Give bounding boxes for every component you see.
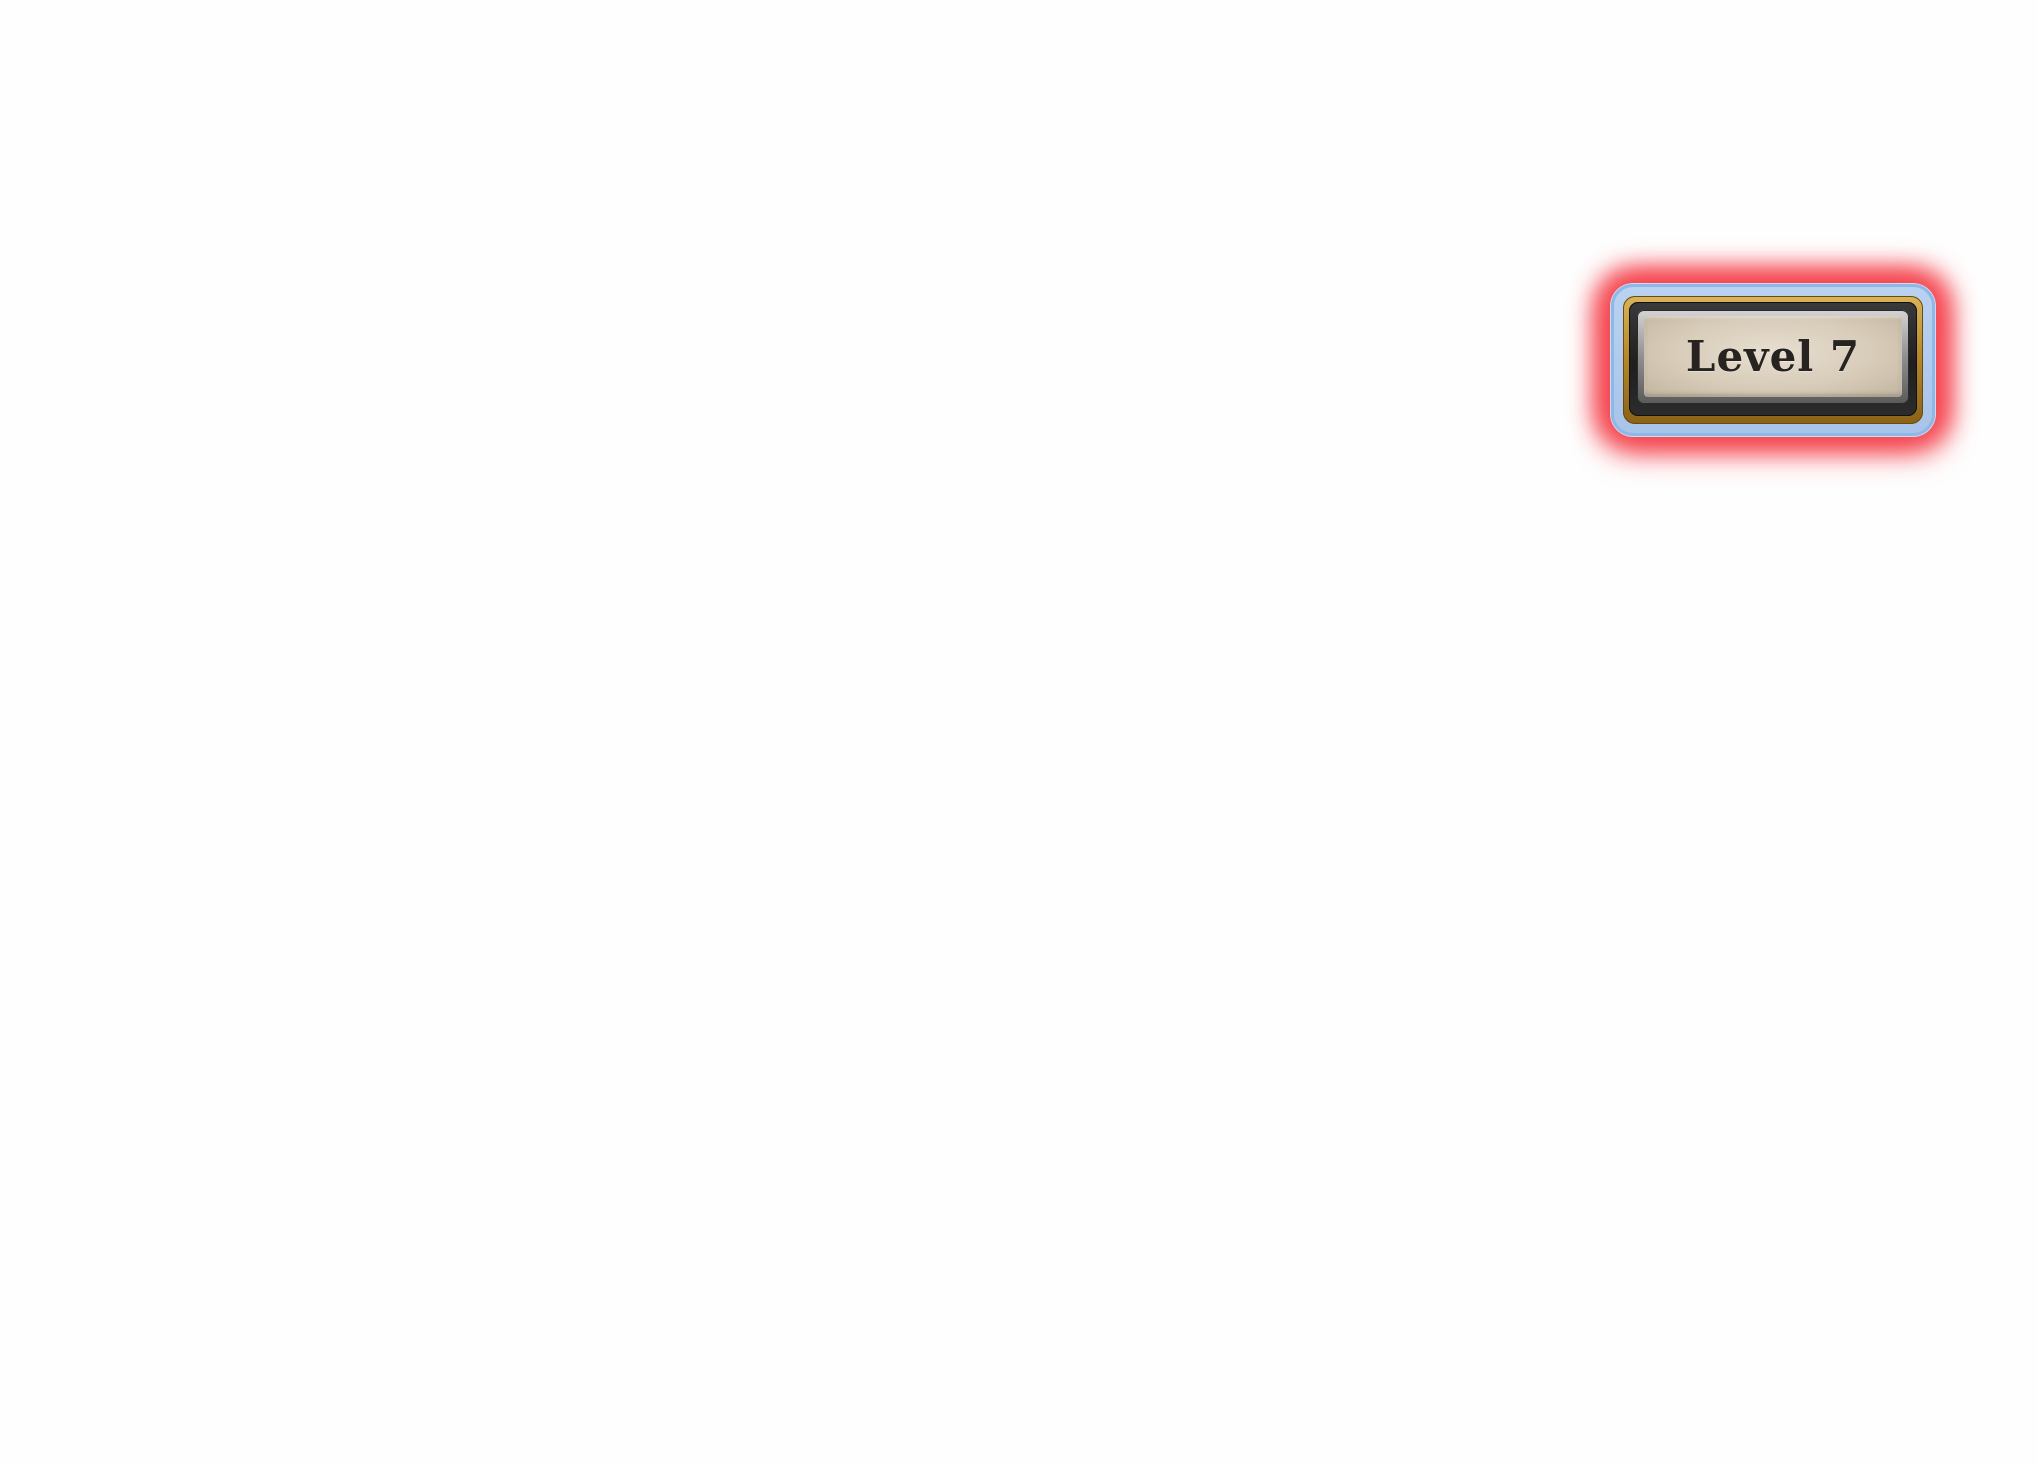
level-badge-silver-frame: Level 7 [1637, 310, 1909, 404]
game-canvas: Level 7 [0, 0, 2038, 1466]
level-badge-gold-frame: Level 7 [1623, 296, 1923, 424]
level-badge-dark-frame: Level 7 [1629, 302, 1917, 416]
level-label: Level 7 [1685, 332, 1861, 381]
level-badge[interactable]: Level 7 [1611, 284, 1935, 436]
level-badge-plate: Level 7 [1644, 316, 1902, 397]
